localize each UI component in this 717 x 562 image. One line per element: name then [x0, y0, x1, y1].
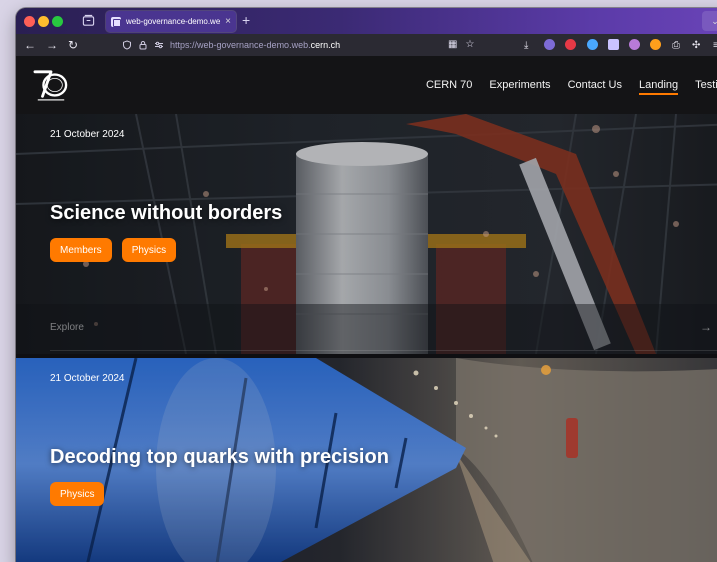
navigation-bar: ← → ↻ https://web-governance-demo.web.ce…: [16, 34, 717, 56]
maximize-window-button[interactable]: [52, 16, 63, 27]
shield-icon[interactable]: [122, 40, 132, 50]
tab-title: web-governance-demo.web.cer: [126, 17, 221, 26]
tag-list: Members Physics: [50, 238, 177, 262]
explore-link[interactable]: Explore: [50, 322, 84, 333]
article-card[interactable]: 21 October 2024 Science without borders …: [16, 114, 717, 354]
tag-physics[interactable]: Physics: [121, 238, 177, 262]
site-favicon-icon: [111, 16, 121, 27]
article-title[interactable]: Decoding top quarks with precision: [50, 446, 389, 469]
site-header: CERN 70 Experiments Contact Us Landing T…: [16, 56, 717, 114]
url-bar-actions: ▦ ☆: [448, 39, 474, 50]
browser-window: web-governance-demo.web.cer × + ⌄ ← → ↻ …: [16, 8, 717, 562]
divider: [50, 350, 717, 351]
tag-physics[interactable]: Physics: [50, 482, 105, 506]
tab-close-icon[interactable]: ×: [225, 16, 231, 27]
tab-strip: web-governance-demo.web.cer × + ⌄: [16, 8, 717, 34]
extension-grid-icon[interactable]: [608, 39, 619, 50]
menu-item-contact-us[interactable]: Contact Us: [568, 79, 622, 91]
new-tab-button[interactable]: +: [242, 12, 250, 28]
close-window-button[interactable]: [24, 16, 35, 27]
article-title[interactable]: Science without borders: [50, 202, 282, 225]
list-all-tabs-button[interactable]: ⌄: [702, 11, 717, 31]
back-button[interactable]: ←: [24, 37, 36, 53]
lock-icon[interactable]: [138, 40, 148, 50]
tag-list: Physics: [50, 482, 105, 506]
bookmark-star-icon[interactable]: ☆: [465, 39, 474, 50]
permissions-icon[interactable]: [154, 40, 164, 50]
menu-item-experiments[interactable]: Experiments: [489, 79, 550, 91]
extension-purple-icon[interactable]: [629, 39, 640, 50]
detector-hall-photo: [16, 114, 717, 354]
url-prefix: https://web-governance-demo.web.: [170, 40, 311, 50]
qr-code-icon[interactable]: ▦: [448, 39, 457, 50]
menu-item-landing[interactable]: Landing: [638, 79, 679, 95]
tab-overview-icon[interactable]: [82, 14, 95, 27]
main-menu: CERN 70 Experiments Contact Us Landing T…: [426, 56, 717, 114]
extension-blue-icon[interactable]: [587, 39, 598, 50]
address-bar[interactable]: https://web-governance-demo.web.cern.ch: [116, 36, 496, 54]
article-date: 21 October 2024: [50, 373, 125, 384]
forward-button[interactable]: →: [46, 37, 58, 53]
share-icon[interactable]: ⎙: [672, 38, 680, 54]
extension-orange-icon[interactable]: [650, 39, 661, 50]
menu-item-testing[interactable]: Testing: [695, 79, 717, 91]
extensions-puzzle-icon[interactable]: ✣: [692, 38, 700, 54]
menu-item-cern70[interactable]: CERN 70: [426, 79, 472, 91]
url-domain: cern.ch: [310, 40, 341, 50]
web-page: CERN 70 Experiments Contact Us Landing T…: [16, 56, 717, 562]
extension-red-icon[interactable]: [565, 39, 576, 50]
account-icon[interactable]: [544, 39, 555, 50]
tab-active[interactable]: web-governance-demo.web.cer ×: [106, 11, 236, 32]
url-text[interactable]: https://web-governance-demo.web.cern.ch: [170, 40, 340, 50]
reload-button[interactable]: ↻: [68, 37, 78, 53]
menu-icon[interactable]: ≡: [713, 38, 717, 54]
arrow-right-icon[interactable]: →: [700, 320, 712, 334]
tag-members[interactable]: Members: [50, 238, 112, 262]
article-card[interactable]: 21 October 2024 Decoding top quarks with…: [16, 358, 717, 562]
minimize-window-button[interactable]: [38, 16, 49, 27]
downloads-icon[interactable]: ⤓: [524, 38, 528, 54]
article-date: 21 October 2024: [50, 129, 125, 140]
cern-70-logo[interactable]: [32, 68, 70, 102]
